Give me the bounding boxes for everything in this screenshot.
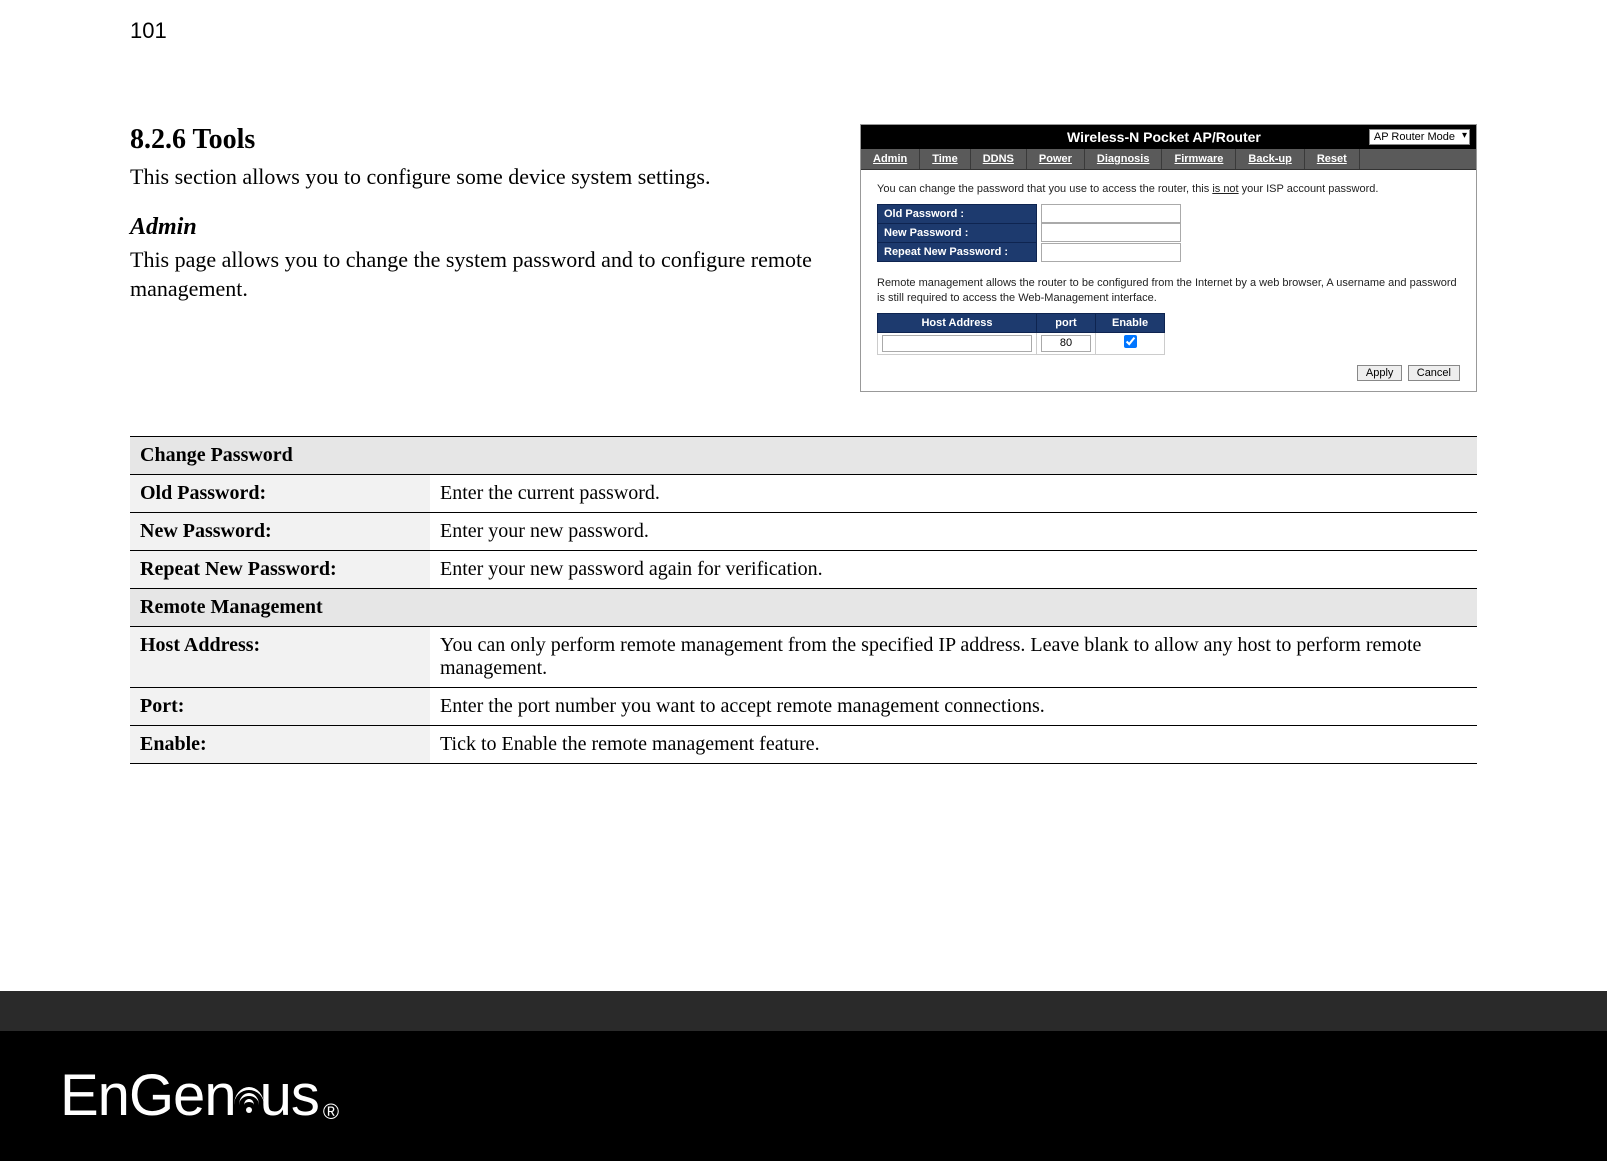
def-desc: You can only perform remote management f… <box>430 626 1477 687</box>
cancel-button[interactable]: Cancel <box>1408 365 1460 381</box>
tab-firmware[interactable]: Firmware <box>1162 149 1236 169</box>
mode-dropdown[interactable]: AP Router Mode <box>1369 129 1470 145</box>
def-label: New Password: <box>130 512 430 550</box>
section-heading: 8.2.6 Tools <box>130 124 830 156</box>
repeat-password-input[interactable] <box>1041 243 1181 262</box>
tab-backup[interactable]: Back-up <box>1236 149 1304 169</box>
signal-icon <box>234 1073 264 1119</box>
router-admin-screenshot: Wireless-N Pocket AP/Router AP Router Mo… <box>860 124 1477 392</box>
def-desc: Tick to Enable the remote management fea… <box>430 725 1477 763</box>
intro-paragraph: This section allows you to configure som… <box>130 162 830 192</box>
repeat-password-label: Repeat New Password : <box>877 242 1037 262</box>
rm-header-host: Host Address <box>878 313 1037 332</box>
definitions-table: Change Password Old Password: Enter the … <box>130 436 1477 764</box>
enable-checkbox[interactable] <box>1124 335 1137 348</box>
remote-mgmt-note: Remote management allows the router to b… <box>877 276 1460 305</box>
def-label: Repeat New Password: <box>130 550 430 588</box>
admin-subheading: Admin <box>130 214 830 241</box>
def-section-remote-mgmt: Remote Management <box>130 588 1477 626</box>
tab-ddns[interactable]: DDNS <box>971 149 1027 169</box>
device-title: Wireless-N Pocket AP/Router <box>1067 129 1261 145</box>
old-password-input[interactable] <box>1041 204 1181 223</box>
rm-header-port: port <box>1037 313 1096 332</box>
apply-button[interactable]: Apply <box>1357 365 1403 381</box>
new-password-label: New Password : <box>877 223 1037 242</box>
tab-power[interactable]: Power <box>1027 149 1085 169</box>
def-desc: Enter the port number you want to accept… <box>430 687 1477 725</box>
tab-admin[interactable]: Admin <box>861 149 920 169</box>
port-input[interactable] <box>1041 335 1091 352</box>
new-password-input[interactable] <box>1041 223 1181 242</box>
def-section-change-password: Change Password <box>130 436 1477 474</box>
page-number: 101 <box>130 18 1477 44</box>
tab-reset[interactable]: Reset <box>1305 149 1360 169</box>
host-address-input[interactable] <box>882 335 1032 352</box>
password-note: You can change the password that you use… <box>877 182 1460 196</box>
page-footer: EnGen us ® <box>0 991 1607 1163</box>
tab-diagnosis[interactable]: Diagnosis <box>1085 149 1163 169</box>
tools-tabs: Admin Time DDNS Power Diagnosis Firmware… <box>861 149 1476 170</box>
def-desc: Enter the current password. <box>430 474 1477 512</box>
remote-mgmt-table: Host Address port Enable <box>877 313 1165 355</box>
admin-paragraph: This page allows you to change the syste… <box>130 245 830 304</box>
def-label: Port: <box>130 687 430 725</box>
tab-time[interactable]: Time <box>920 149 970 169</box>
rm-header-enable: Enable <box>1096 313 1165 332</box>
engenius-logo: EnGen us ® <box>60 1067 339 1125</box>
def-desc: Enter your new password. <box>430 512 1477 550</box>
def-label: Old Password: <box>130 474 430 512</box>
old-password-label: Old Password : <box>877 204 1037 223</box>
def-desc: Enter your new password again for verifi… <box>430 550 1477 588</box>
def-label: Host Address: <box>130 626 430 687</box>
def-label: Enable: <box>130 725 430 763</box>
